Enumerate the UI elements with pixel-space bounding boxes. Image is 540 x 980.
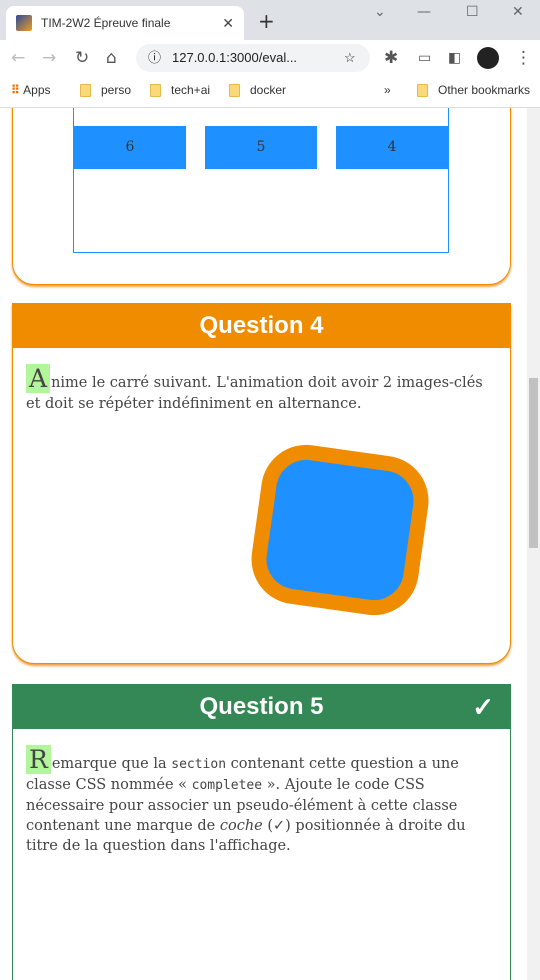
avatar[interactable] — [477, 47, 499, 69]
favicon-icon — [16, 15, 32, 31]
question-5-title: Question 5 ✓ — [13, 685, 510, 729]
minimize-button[interactable]: — — [417, 4, 431, 20]
close-window-button[interactable]: ✕ — [512, 4, 524, 20]
reload-icon[interactable]: ↻ — [75, 48, 89, 68]
scrollbar[interactable] — [527, 108, 540, 980]
more-bookmarks[interactable]: » — [384, 83, 391, 97]
flex-item: 4 — [336, 126, 448, 169]
url-text: 127.0.0.1:3000/eval... — [172, 50, 298, 65]
tab-search-icon[interactable]: ⌄ — [374, 4, 386, 20]
bookmarks-bar: ⠿ Apps perso tech+ai docker » Other book… — [0, 76, 540, 108]
flex-item: 5 — [205, 126, 317, 169]
bookmark-perso[interactable]: perso — [80, 83, 131, 98]
question-4-title: Question 4 — [13, 304, 510, 348]
animated-square — [245, 439, 435, 621]
forward-icon[interactable]: → — [42, 48, 56, 68]
flex-item: 6 — [74, 126, 186, 169]
bookmark-tech-ai[interactable]: tech+ai — [150, 83, 210, 98]
maximize-button[interactable]: ☐ — [466, 4, 479, 20]
close-tab-icon[interactable]: ✕ — [222, 15, 234, 32]
tab-title: TIM-2W2 Épreuve finale — [41, 16, 171, 30]
side-panel-icon[interactable]: ◧ — [448, 50, 461, 66]
question-4-text: Anime le carré suivant. L'animation doit… — [26, 364, 483, 412]
check-mark-icon: ✓ — [472, 692, 494, 722]
bookmark-docker[interactable]: docker — [229, 83, 286, 98]
page-content: 6 5 4 Question 4 Anime le carré suivant.… — [0, 108, 527, 980]
question-5-card: Question 5 ✓ Remarque que la section cont… — [12, 684, 511, 980]
bookmark-apps[interactable]: ⠿ Apps — [11, 83, 51, 97]
menu-icon[interactable]: ⋮ — [515, 48, 532, 68]
scrollbar-thumb[interactable] — [529, 378, 538, 548]
question-card-previous: 6 5 4 — [12, 108, 511, 285]
new-tab-button[interactable]: + — [258, 9, 275, 33]
toolbar: ← → ↻ ⌂ ⓘ 127.0.0.1:3000/eval... ☆ ✱ ▭ ◧ ⋮ — [0, 40, 540, 76]
question-5-text: Remarque que la section contenant cette … — [26, 745, 466, 854]
cast-icon[interactable]: ▭ — [418, 50, 431, 66]
flex-container: 6 5 4 — [73, 108, 449, 253]
other-bookmarks[interactable]: Other bookmarks — [417, 83, 530, 98]
back-icon[interactable]: ← — [11, 48, 25, 68]
bookmark-star-icon[interactable]: ☆ — [344, 44, 356, 72]
home-icon[interactable]: ⌂ — [106, 48, 117, 68]
info-icon: ⓘ — [148, 50, 162, 65]
address-bar[interactable]: ⓘ 127.0.0.1:3000/eval... ☆ — [136, 44, 370, 72]
extensions-icon[interactable]: ✱ — [384, 48, 398, 68]
browser-tab[interactable]: TIM-2W2 Épreuve finale ✕ — [6, 6, 244, 40]
tab-bar: TIM-2W2 Épreuve finale ✕ + ⌄ — ☐ ✕ — [0, 0, 540, 40]
